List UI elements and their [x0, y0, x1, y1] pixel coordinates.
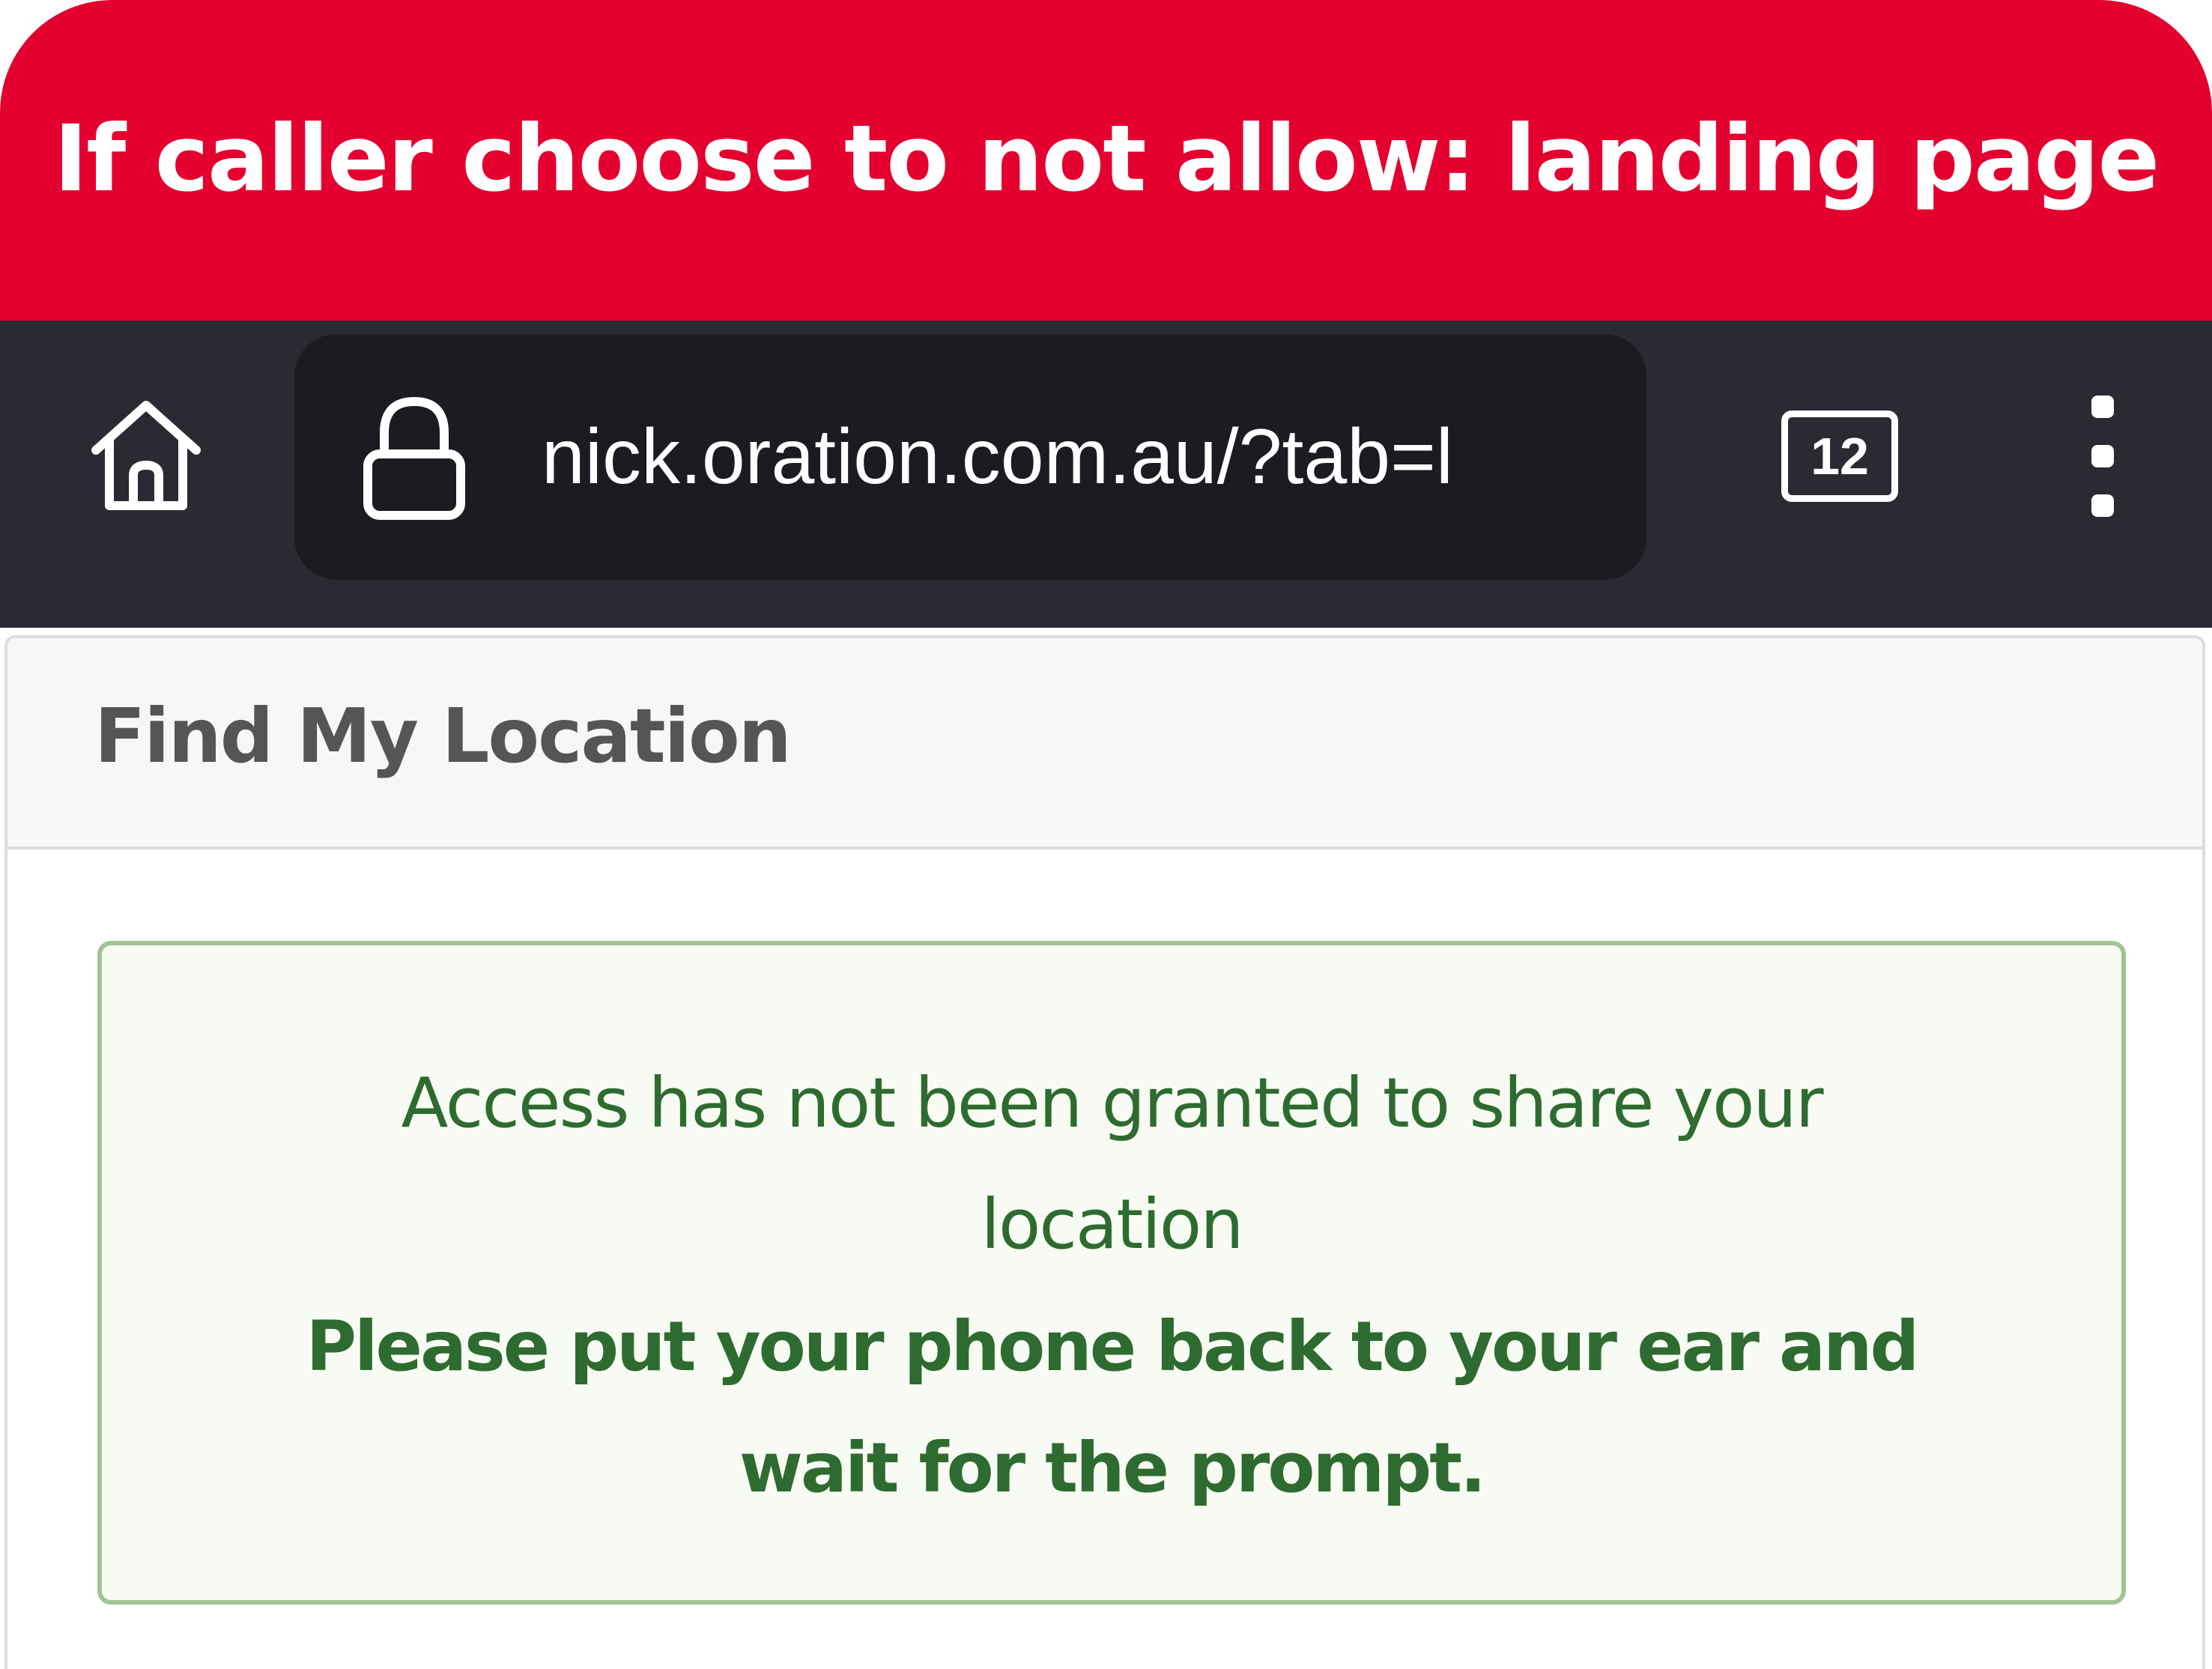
lock-icon[interactable]: [362, 394, 467, 521]
menu-dot-icon: [2091, 396, 2114, 418]
location-card: Find My Location Access has not been gra…: [4, 635, 2205, 1669]
home-button[interactable]: [82, 392, 210, 519]
alert-instruction: Please put your phone back to your ear a…: [102, 1286, 2121, 1529]
address-bar[interactable]: nick.oration.com.au/?tab=l: [294, 334, 1646, 580]
header-banner: If caller choose to not allow: landing p…: [0, 0, 2212, 321]
overflow-menu-button[interactable]: [2082, 396, 2127, 523]
tab-count: 12: [1810, 427, 1869, 485]
page-title: Find My Location: [94, 692, 792, 780]
alert-message: Access has not been granted to share you…: [102, 1043, 2121, 1285]
screenshot-frame: If caller choose to not allow: landing p…: [0, 0, 2212, 1669]
browser-toolbar: nick.oration.com.au/?tab=l 12: [0, 321, 2212, 628]
menu-dot-icon: [2091, 445, 2114, 467]
home-icon: [91, 401, 201, 510]
alert-message-line: Access has not been granted to share you…: [401, 1063, 1823, 1143]
alert-message-line: location: [981, 1184, 1243, 1264]
tab-switcher-button[interactable]: 12: [1781, 411, 1898, 502]
menu-dot-icon: [2091, 494, 2114, 517]
access-denied-alert: Access has not been granted to share you…: [97, 941, 2126, 1605]
alert-instruction-line: Please put your phone back to your ear a…: [306, 1306, 1920, 1387]
page-content: Find My Location Access has not been gra…: [0, 628, 2212, 1669]
banner-title: If caller choose to not allow: landing p…: [53, 106, 2160, 212]
url-text[interactable]: nick.oration.com.au/?tab=l: [542, 334, 1620, 580]
card-header: Find My Location: [7, 638, 2202, 849]
alert-instruction-line: wait for the prompt.: [739, 1428, 1486, 1508]
